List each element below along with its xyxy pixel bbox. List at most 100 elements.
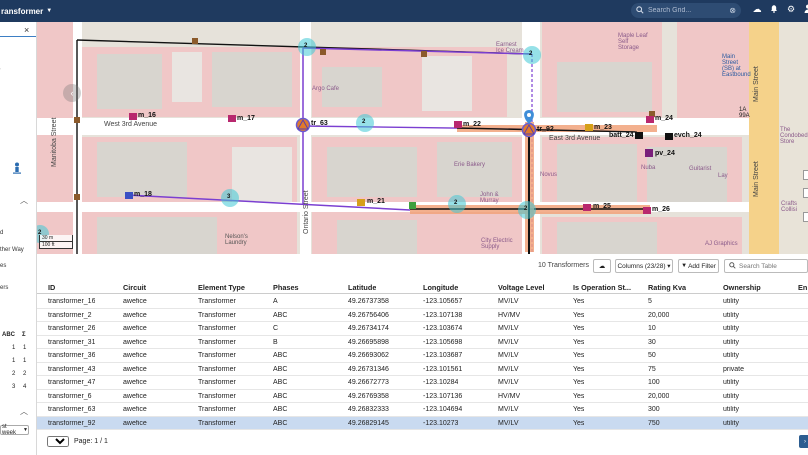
table-row[interactable]: transformer_47 awefice Transformer ABC 49.26… <box>37 376 808 390</box>
grid-search-box[interactable]: ⊗ <box>631 3 741 18</box>
transformer-label[interactable]: tr_92 <box>537 126 554 133</box>
meter-label[interactable]: m_24 <box>655 115 673 122</box>
poi-label: Lay <box>718 173 728 179</box>
meter-icon-m17 <box>228 115 236 122</box>
node-count-badge: 2 <box>529 51 533 57</box>
meter-label[interactable]: m_17 <box>237 115 255 122</box>
meter-label[interactable]: m_22 <box>463 121 481 128</box>
ev-charger-label[interactable]: evch_24 <box>674 132 702 139</box>
pole-icon <box>421 51 427 57</box>
cloud-upload-icon[interactable]: ☁ <box>752 4 762 15</box>
export-button[interactable]: ☁ <box>593 259 611 273</box>
column-header-circuit[interactable]: Circuit <box>123 283 146 292</box>
cell-is-operation: Yes <box>573 325 585 332</box>
meter-label[interactable]: m_26 <box>652 206 670 213</box>
close-icon[interactable]: × <box>24 25 29 35</box>
page-size-select[interactable]: 10 <box>47 436 69 447</box>
time-range-label: st week <box>2 424 17 436</box>
map-zoom-control[interactable] <box>803 212 808 222</box>
map-zoom-control[interactable] <box>803 170 808 180</box>
cell-ownership: utility <box>723 392 739 400</box>
column-header-rating-kva[interactable]: Rating Kva <box>648 283 686 292</box>
chevron-up-icon[interactable]: ︿ <box>20 195 28 206</box>
table-row[interactable]: transformer_43 awefice Transformer ABC 49.26… <box>37 363 808 376</box>
meter-label[interactable]: m_23 <box>594 124 612 131</box>
gear-icon[interactable]: ⚙ <box>786 4 796 15</box>
table-row[interactable]: transformer_36 awefice Transformer ABC 49.26… <box>37 349 808 363</box>
cell-ownership: utility <box>723 298 739 305</box>
poi-label: City Electric Supply <box>481 238 513 250</box>
chevron-right-icon[interactable]: › <box>0 64 1 73</box>
poi-label: Main Street (SB) at Eastbound <box>722 54 751 78</box>
summary-cell: 2 <box>12 371 16 377</box>
table-row[interactable]: transformer_31 awefice Transformer B 49.2669… <box>37 336 808 349</box>
table-row[interactable]: transformer_26 awefice Transformer C 49.2673… <box>37 322 808 336</box>
cell-element-type: Transformer <box>198 379 236 386</box>
grid-search-input[interactable] <box>648 7 730 14</box>
columns-button[interactable]: Columns (23/28) ▾ <box>615 259 673 273</box>
cell-rating-kva: 10 <box>648 325 656 332</box>
table-row[interactable]: transformer_16 awefice Transformer A 49.2673… <box>37 295 808 309</box>
cell-voltage-level: MV/LV <box>498 352 519 359</box>
battery-label[interactable]: batt_24 <box>609 132 634 139</box>
cell-is-operation: Yes <box>573 419 585 427</box>
table-row[interactable]: transformer_6 awefice Transformer ABC 49.267… <box>37 390 808 403</box>
cell-circuit: awefice <box>123 379 147 386</box>
meter-label[interactable]: m_18 <box>134 191 152 198</box>
table-search-input[interactable] <box>739 262 799 270</box>
summary-cell: 2 <box>23 371 27 377</box>
person-icon[interactable] <box>12 162 22 177</box>
meter-label[interactable]: m_25 <box>593 203 611 210</box>
column-header-phases[interactable]: Phases <box>273 283 299 292</box>
meter-label[interactable]: m_21 <box>367 198 385 205</box>
parking-lot <box>422 56 472 111</box>
add-filter-button[interactable]: ▼ Add Filter <box>678 259 719 273</box>
collapse-panel-button[interactable]: ‹ <box>63 84 81 102</box>
table-row[interactable]: transformer_2 awefice Transformer ABC 49.267… <box>37 309 808 322</box>
column-header-id[interactable]: ID <box>48 283 55 292</box>
network-map[interactable]: 2 2 2 3 2 2 2 m_16 m_17 tr_63 m_22 tr_92… <box>37 22 808 254</box>
cell-rating-kva: 20,000 <box>648 392 670 400</box>
chevron-up-icon[interactable]: ︿ <box>20 406 28 417</box>
cell-ownership: private <box>723 365 745 373</box>
column-header-extra[interactable]: En <box>798 283 807 292</box>
element-type-label: ransformer <box>1 6 44 16</box>
cell-voltage-level: MV/LV <box>498 298 519 305</box>
cell-id: transformer_36 <box>48 352 96 359</box>
element-type-dropdown[interactable]: ransformer ▼ <box>0 3 52 19</box>
cell-element-type: Transformer <box>198 298 236 305</box>
solar-label[interactable]: pv_24 <box>655 150 675 157</box>
building <box>327 147 417 197</box>
primary-action-button[interactable]: › <box>799 435 808 448</box>
table-row[interactable]: transformer_92 awefice Transformer ABC 49.26… <box>37 416 808 430</box>
table-header-row: ID Circuit Element Type Phases Latitude … <box>37 279 808 294</box>
parking-lot <box>172 52 202 102</box>
column-header-voltage-level[interactable]: Voltage Level <box>498 283 545 292</box>
column-header-is-operation[interactable]: Is Operation St... <box>573 283 641 292</box>
cell-voltage-level: MV/LV <box>498 379 519 386</box>
cell-ownership: utility <box>723 325 739 332</box>
cell-phases: B <box>273 338 278 346</box>
cell-rating-kva: 100 <box>648 379 660 386</box>
meter-label[interactable]: m_16 <box>138 112 156 119</box>
cell-latitude: 49.26693062 <box>348 352 389 359</box>
legend-item: ther Way <box>0 247 24 253</box>
time-range-dropdown[interactable]: st week ▼ <box>0 424 29 436</box>
close-icon[interactable]: ⊗ <box>729 6 736 15</box>
bell-icon[interactable] <box>769 4 779 15</box>
transformer-label[interactable]: tr_63 <box>311 120 328 127</box>
column-header-longitude[interactable]: Longitude <box>423 283 458 292</box>
column-header-latitude[interactable]: Latitude <box>348 283 376 292</box>
column-header-element-type[interactable]: Element Type <box>198 283 245 292</box>
map-zoom-control[interactable] <box>803 188 808 198</box>
table-row[interactable]: transformer_63 awefice Transformer ABC 49.26… <box>37 403 808 417</box>
poi-label: Earnest Ice Cream <box>496 42 524 54</box>
summary-cell: 4 <box>23 384 27 390</box>
table-search-box[interactable] <box>724 259 808 273</box>
cell-id: transformer_43 <box>48 365 96 373</box>
poi-label: The Condobed Store <box>780 127 808 145</box>
column-header-ownership[interactable]: Ownership <box>723 283 761 292</box>
cell-latitude: 49.26829145 <box>348 419 389 427</box>
user-icon[interactable] <box>803 4 808 15</box>
filter-icon: ▼ <box>681 263 688 269</box>
